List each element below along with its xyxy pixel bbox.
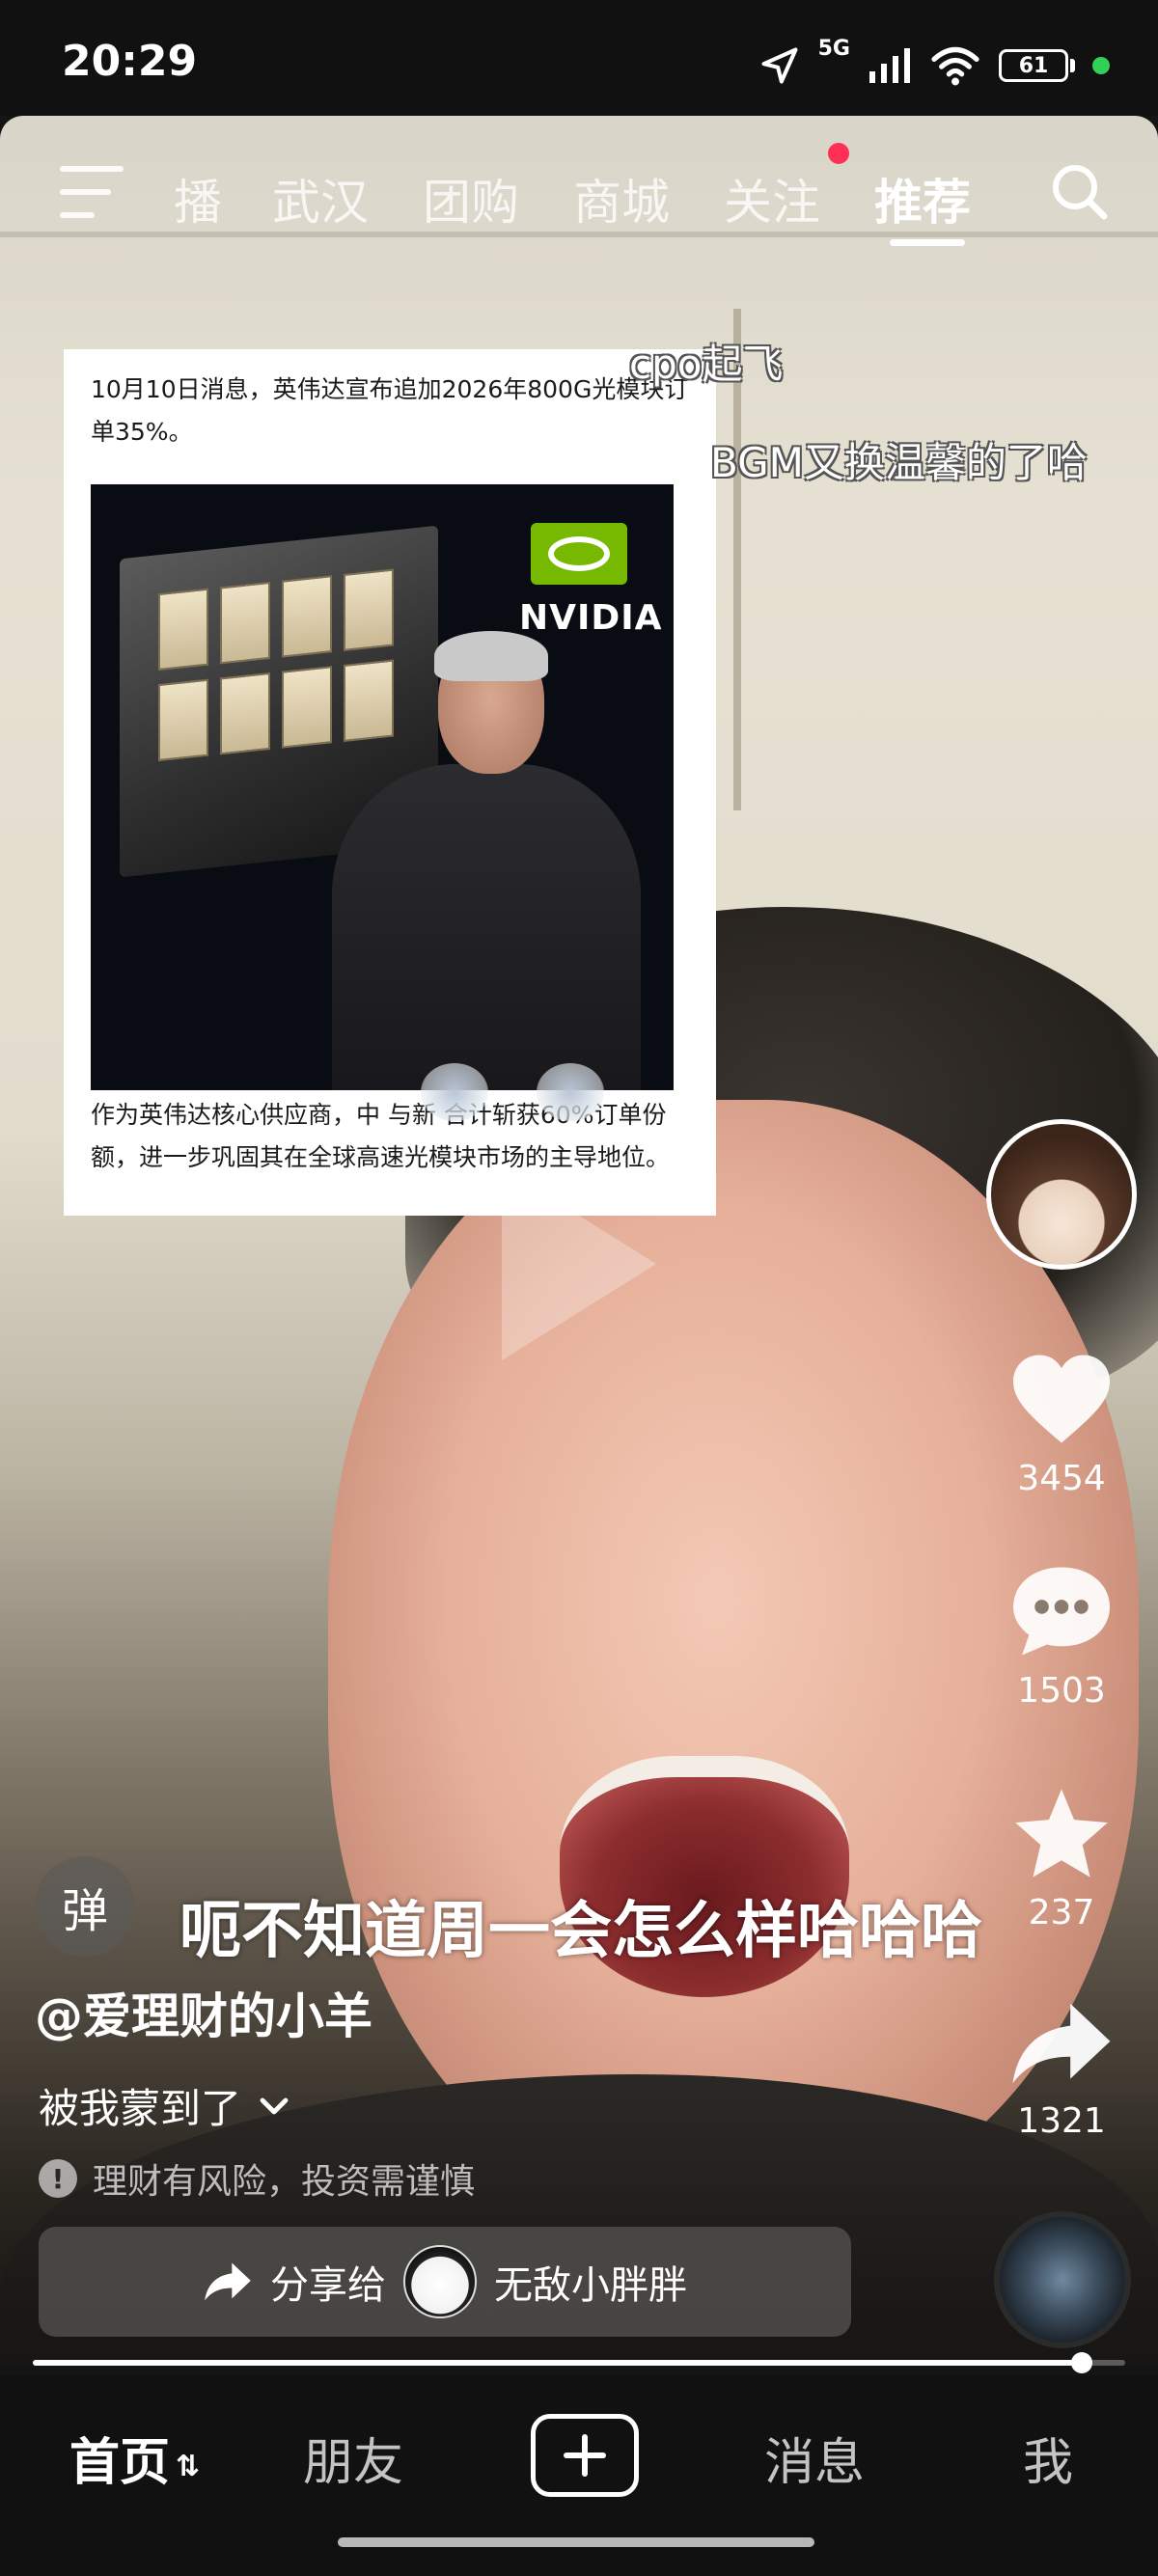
share-count: 1321 xyxy=(1017,2101,1106,2141)
progress-knob[interactable] xyxy=(1070,2352,1092,2373)
video-subtitle: 呃不知道周一会怎么样哈哈哈 xyxy=(179,1896,982,1967)
status-time: 20:29 xyxy=(62,37,198,86)
news-headline: 10月10日消息，英伟达宣布追加2026年800G光模块订单35%。 xyxy=(91,375,689,446)
home-indicator xyxy=(338,2537,814,2547)
share-target-name: 无敌小胖胖 xyxy=(494,2263,687,2308)
redaction-blur xyxy=(537,1063,604,1121)
create-plus-button[interactable] xyxy=(531,2414,639,2497)
status-bar: 20:29 5G 61 xyxy=(0,0,1158,116)
like-count: 3454 xyxy=(1017,1459,1106,1498)
privacy-indicator-dot xyxy=(1092,57,1110,74)
nvidia-wordmark: NVIDIA xyxy=(519,598,663,638)
star-icon xyxy=(1015,1789,1108,1877)
heart-icon xyxy=(1013,1355,1110,1443)
tab-mall[interactable]: 商城 xyxy=(573,164,670,233)
share-label: 分享给 xyxy=(270,2263,386,2308)
nav-home[interactable]: 首页 ⇅ xyxy=(69,2422,200,2494)
tab-group-buy[interactable]: 团购 xyxy=(423,164,519,233)
like-button[interactable]: 3454 xyxy=(965,1351,1158,1498)
share-button[interactable]: 1321 xyxy=(965,1997,1158,2141)
search-icon[interactable] xyxy=(1048,160,1110,222)
warning-icon: ! xyxy=(39,2159,77,2198)
location-arrow-icon xyxy=(761,47,798,84)
danmaku-comment: cpo起飞 xyxy=(629,341,784,388)
news-body: 作为英伟达核心供应商，中 与新 合计斩获60%订单份额，进一步巩固其在全球高速光… xyxy=(91,1101,671,1171)
video-caption[interactable]: 被我蒙到了 xyxy=(39,2076,290,2135)
nav-home-label: 首页 xyxy=(69,2434,171,2492)
risk-notice: ! 理财有风险，投资需谨慎 xyxy=(39,2153,475,2204)
swap-arrows-icon: ⇅ xyxy=(176,2449,201,2483)
nav-friends[interactable]: 朋友 xyxy=(303,2422,403,2494)
nav-me[interactable]: 我 xyxy=(1023,2422,1073,2494)
nav-messages[interactable]: 消息 xyxy=(764,2422,865,2494)
network-type: 5G xyxy=(817,37,850,61)
tab-wuhan[interactable]: 武汉 xyxy=(272,164,369,233)
play-icon xyxy=(502,1167,656,1360)
video-progress-bar[interactable] xyxy=(33,2352,1125,2373)
news-screenshot-card: 10月10日消息，英伟达宣布追加2026年800G光模块订单35%。 NVIDI… xyxy=(64,349,716,1216)
share-arrow-icon xyxy=(1012,2003,1111,2084)
nvidia-logo-icon xyxy=(531,523,627,585)
wifi-icon xyxy=(931,46,979,86)
news-photo: NVIDIA xyxy=(91,484,674,1090)
danmaku-comment: BGM又换温馨的了哈 xyxy=(710,439,1088,486)
tab-following[interactable]: 关注 xyxy=(724,164,820,233)
tab-live[interactable]: 播 xyxy=(174,164,222,233)
menu-icon[interactable] xyxy=(60,166,124,218)
music-disc[interactable] xyxy=(994,2211,1131,2348)
comment-button[interactable]: 1503 xyxy=(965,1563,1158,1711)
screen: 20:29 5G 61 播 武汉 团购 商城 关注 推荐 10月10日消息，英伟… xyxy=(0,0,1158,2576)
redaction-blur xyxy=(421,1063,488,1121)
active-tab-indicator xyxy=(890,239,965,246)
chevron-down-icon xyxy=(260,2097,289,2114)
comment-icon xyxy=(1013,1567,1110,1656)
battery-level: 61 xyxy=(999,49,1068,82)
speaker-hair xyxy=(434,631,548,681)
status-icons: 5G 61 xyxy=(758,37,1110,95)
danmaku-toggle-button[interactable]: 弹 xyxy=(35,1856,135,1957)
risk-notice-text: 理财有风险，投资需谨慎 xyxy=(93,2162,476,2202)
comment-count: 1503 xyxy=(1017,1671,1106,1711)
notification-dot xyxy=(828,143,849,164)
tab-recommended[interactable]: 推荐 xyxy=(874,164,971,233)
battery-icon: 61 xyxy=(999,49,1075,82)
friend-avatar xyxy=(403,2245,477,2318)
signal-bars-icon xyxy=(869,48,910,83)
share-to-friend-button[interactable]: 分享给 无敌小胖胖 xyxy=(39,2227,851,2337)
progress-fill xyxy=(33,2360,1082,2366)
caption-text: 被我蒙到了 xyxy=(39,2085,242,2132)
share-arrow-icon xyxy=(205,2262,251,2301)
creator-username[interactable]: @爱理财的小羊 xyxy=(35,1978,372,2047)
creator-avatar[interactable] xyxy=(986,1119,1137,1270)
top-nav: 播 武汉 团购 商城 关注 推荐 xyxy=(0,135,1158,251)
speaker-jacket xyxy=(332,764,641,1090)
